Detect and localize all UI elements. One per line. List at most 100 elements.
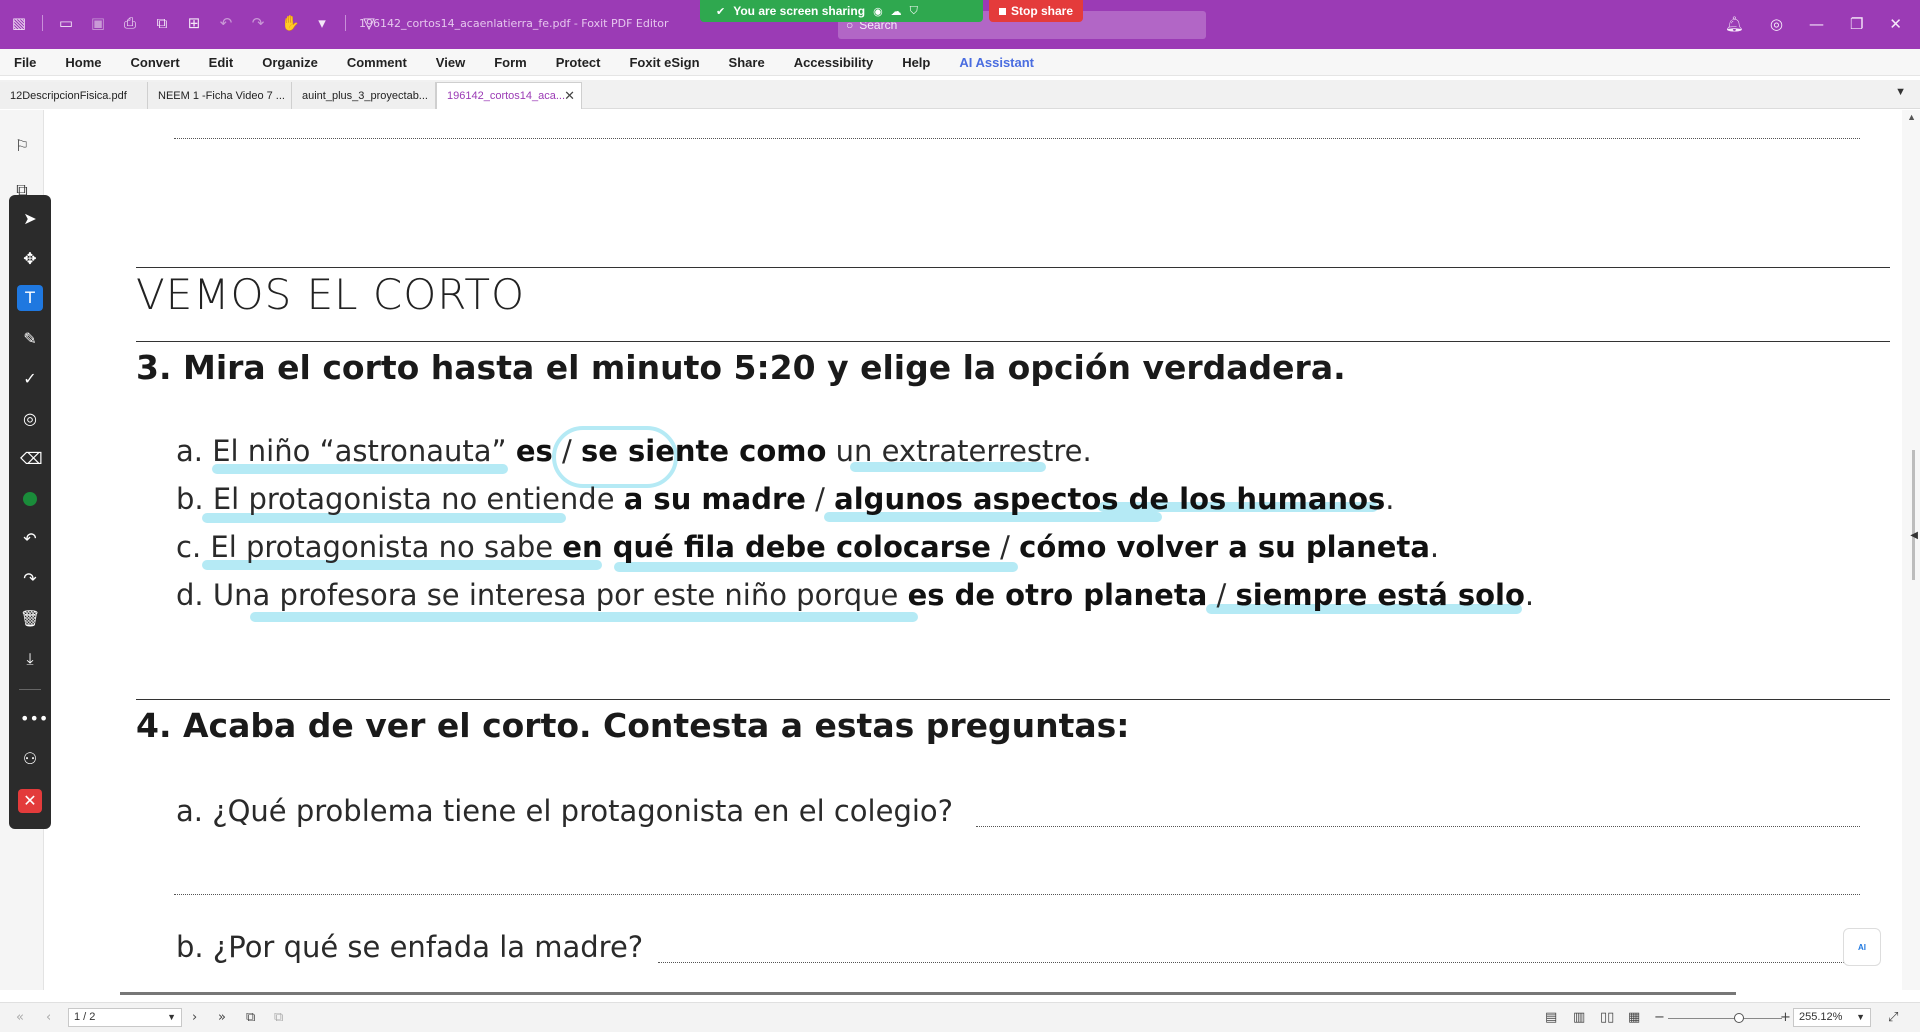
- menu-view[interactable]: View: [436, 55, 465, 70]
- close-toolbar-icon[interactable]: ✕: [18, 789, 42, 813]
- zoom-out-icon[interactable]: −: [1654, 1010, 1665, 1025]
- zoom-level-field[interactable]: 255.12% ▼: [1793, 1008, 1871, 1027]
- spotlight-icon[interactable]: ◎: [20, 409, 40, 429]
- text-tool-icon[interactable]: T: [17, 285, 43, 311]
- answer-line: [658, 962, 1860, 963]
- move-icon[interactable]: ✥: [20, 249, 40, 269]
- tab-neem-ficha-video[interactable]: NEEM 1 -Ficha Video 7 ...: [148, 82, 292, 109]
- undo-icon[interactable]: ↶: [217, 14, 235, 32]
- eraser-icon[interactable]: ⌫: [20, 449, 43, 469]
- share-status-text: You are screen sharing: [733, 4, 866, 18]
- compare-icon[interactable]: ⧉: [274, 1010, 283, 1025]
- option-mid: como: [729, 434, 827, 468]
- two-page-continuous-icon[interactable]: ▦: [1628, 1010, 1640, 1025]
- menu-protect[interactable]: Protect: [556, 55, 601, 70]
- fullscreen-icon[interactable]: ⤢: [1888, 1010, 1898, 1025]
- question-4b: b. ¿Por qué se enfada la madre?: [176, 930, 644, 964]
- account-icon[interactable]: ◎: [1770, 15, 1783, 33]
- two-page-view-icon[interactable]: ▯▯: [1600, 1010, 1614, 1025]
- zoom-level-value: 255.12%: [1799, 1011, 1843, 1023]
- undo-icon[interactable]: ↶: [20, 529, 40, 549]
- continuous-view-icon[interactable]: ▥: [1573, 1010, 1585, 1025]
- question-3: 3. Mira el corto hasta el minuto 5:20 y …: [136, 348, 1346, 387]
- menu-form[interactable]: Form: [494, 55, 527, 70]
- ai-assistant-float-button[interactable]: AI: [1843, 928, 1881, 966]
- vertical-scrollbar[interactable]: ▲: [1902, 110, 1920, 990]
- page-number-field[interactable]: 1 / 2 ▼: [68, 1008, 182, 1027]
- annotation-toolbar: ➤ ✥ T ✎ ✓ ◎ ⌫ ↶ ↷ 🗑︎ ⤓ ••• ⚇ ✕: [9, 195, 51, 829]
- divider: [19, 689, 41, 690]
- redo-icon[interactable]: ↷: [20, 569, 40, 589]
- hand-tool-icon[interactable]: ✋: [281, 14, 300, 32]
- restore-icon[interactable]: ❐: [1850, 15, 1863, 33]
- last-page-icon[interactable]: »: [218, 1010, 226, 1025]
- export-icon[interactable]: ⧉: [153, 14, 171, 32]
- menu-share[interactable]: Share: [729, 55, 765, 70]
- menu-file[interactable]: File: [14, 55, 36, 70]
- select-arrow-icon[interactable]: ➤: [20, 209, 40, 229]
- chevron-down-icon[interactable]: ▼: [1856, 1009, 1865, 1026]
- copy-page-icon[interactable]: ⧉: [246, 1010, 255, 1025]
- close-icon[interactable]: ✕: [1889, 15, 1902, 33]
- chevron-down-icon[interactable]: ▼: [167, 1009, 176, 1026]
- customize-dropdown-icon[interactable]: ▾: [313, 14, 331, 32]
- collapse-panel-icon[interactable]: ◀: [1910, 530, 1918, 541]
- horizontal-scrollbar[interactable]: [120, 992, 1736, 995]
- window-title: 196142_cortos14_acaenlatierra_fe.pdf - F…: [359, 17, 669, 30]
- next-page-icon[interactable]: ›: [192, 1010, 197, 1025]
- pen-icon[interactable]: ✎: [20, 329, 40, 349]
- close-tab-icon[interactable]: ✕: [564, 88, 575, 104]
- more-options-icon[interactable]: •••: [20, 709, 48, 729]
- menu-comment[interactable]: Comment: [347, 55, 407, 70]
- tab-12descripcionfisica[interactable]: 12DescripcionFisica.pdf: [0, 82, 148, 109]
- title-bar: ▧ ▭ ▣ ⎙ ⧉ ⊞ ↶ ↷ ✋ ▾ ▽ 196142_cortos14_ac…: [0, 0, 1920, 49]
- scroll-thumb[interactable]: [1912, 450, 1915, 580]
- minimize-icon[interactable]: —: [1809, 15, 1824, 33]
- tab-list-dropdown-icon[interactable]: ▼: [1895, 86, 1906, 98]
- stop-share-button[interactable]: Stop share: [989, 0, 1083, 22]
- answer-line: [174, 138, 1860, 139]
- cloud-icon[interactable]: ☁: [891, 5, 902, 18]
- first-page-icon[interactable]: «: [16, 1010, 24, 1025]
- bookmark-icon[interactable]: ⚐: [13, 136, 31, 156]
- divider: [136, 699, 1890, 700]
- audio-icon[interactable]: ◉: [873, 5, 883, 18]
- option-c: c. El protagonista no sabe en qué fila d…: [176, 530, 1439, 564]
- option-text: a. El niño “astronauta”: [176, 434, 516, 468]
- scroll-up-icon[interactable]: ▲: [1907, 112, 1916, 122]
- color-swatch[interactable]: [23, 492, 37, 506]
- menu-help[interactable]: Help: [902, 55, 930, 70]
- tab-label: 12DescripcionFisica.pdf: [10, 89, 127, 102]
- zoom-slider-handle[interactable]: [1734, 1013, 1744, 1023]
- print-icon[interactable]: ⎙: [121, 14, 139, 32]
- zoom-slider-track[interactable]: [1668, 1018, 1782, 1019]
- menu-accessibility[interactable]: Accessibility: [794, 55, 874, 70]
- participants-icon[interactable]: ⚇: [20, 749, 40, 769]
- question-4: 4. Acaba de ver el corto. Contesta a est…: [136, 706, 1130, 745]
- download-icon[interactable]: ⤓: [20, 649, 40, 669]
- menu-ai-assistant[interactable]: AI Assistant: [959, 55, 1034, 70]
- save-icon[interactable]: ▣: [89, 14, 107, 32]
- shield-icon[interactable]: ⛉: [910, 4, 918, 18]
- trash-icon[interactable]: 🗑︎: [20, 609, 40, 629]
- menu-home[interactable]: Home: [65, 55, 101, 70]
- menu-foxit-esign[interactable]: Foxit eSign: [629, 55, 699, 70]
- single-page-view-icon[interactable]: ▤: [1545, 1010, 1557, 1025]
- share-status-icon: ✔: [716, 4, 726, 18]
- zoom-in-icon[interactable]: +: [1780, 1010, 1791, 1025]
- choice-2: cómo volver a su planeta: [1019, 530, 1430, 564]
- open-folder-icon[interactable]: ▭: [57, 14, 75, 32]
- redo-icon[interactable]: ↷: [249, 14, 267, 32]
- new-document-icon[interactable]: ⊞: [185, 14, 203, 32]
- checkmark-icon[interactable]: ✓: [20, 369, 40, 389]
- answer-line: [976, 826, 1860, 827]
- menu-edit[interactable]: Edit: [209, 55, 234, 70]
- previous-page-icon[interactable]: ‹: [46, 1010, 51, 1025]
- menu-organize[interactable]: Organize: [262, 55, 318, 70]
- tab-196142-cortos14[interactable]: 196142_cortos14_aca... ✕: [436, 82, 582, 109]
- tab-auint-plus[interactable]: auint_plus_3_proyectab...: [292, 82, 436, 109]
- document-tabs: 12DescripcionFisica.pdf NEEM 1 -Ficha Vi…: [0, 80, 1920, 109]
- question-4a: a. ¿Qué problema tiene el protagonista e…: [176, 794, 954, 828]
- bell-icon[interactable]: 🔔︎: [1725, 15, 1744, 33]
- menu-convert[interactable]: Convert: [131, 55, 180, 70]
